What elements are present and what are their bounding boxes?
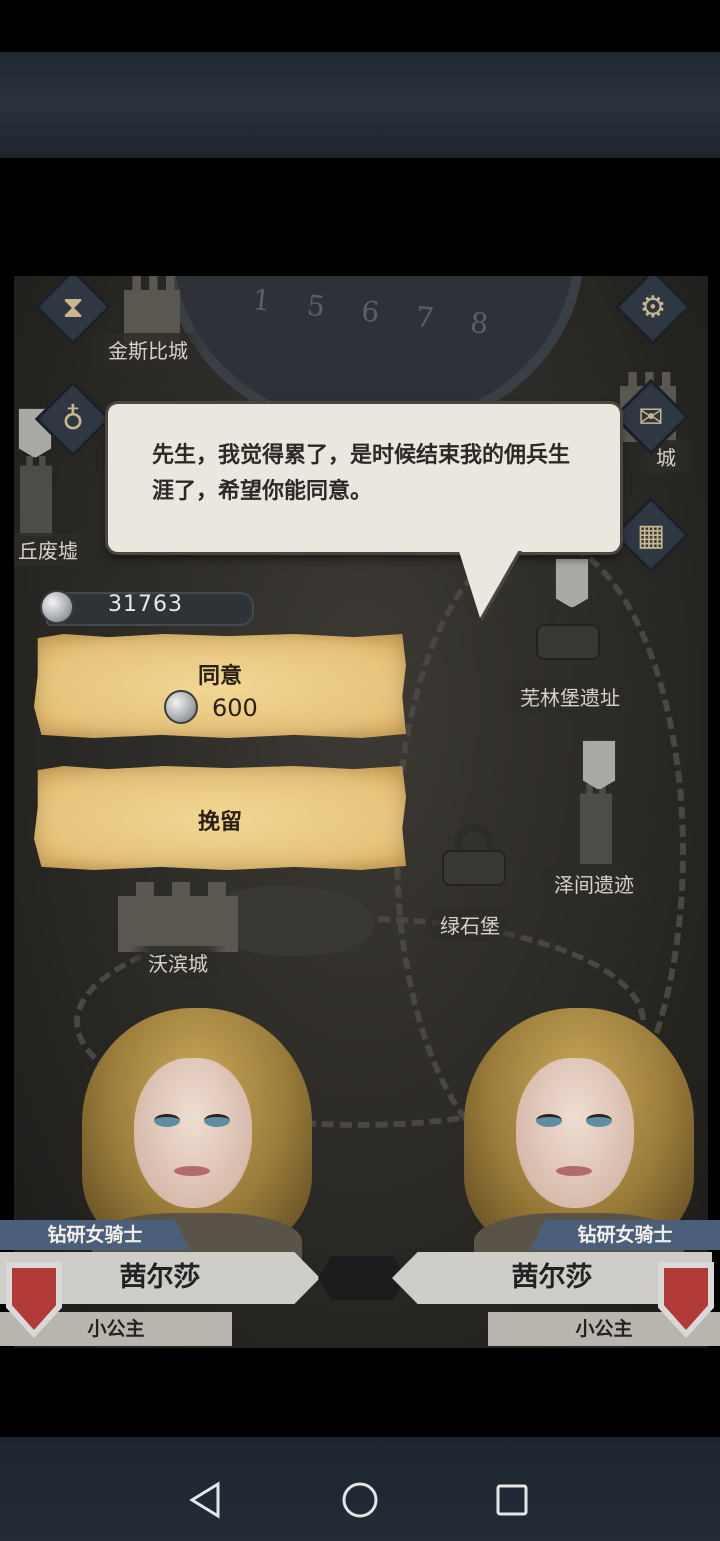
place-label-wobin[interactable]: 沃滨城 — [130, 946, 226, 979]
silver-coin-icon — [40, 590, 74, 624]
lock-icon — [536, 598, 600, 660]
tower-icon — [580, 784, 612, 864]
settings-button[interactable] — [614, 276, 692, 346]
lake — [214, 886, 374, 956]
banner-icon — [555, 558, 589, 608]
stay-button[interactable]: 挽留 — [34, 766, 406, 870]
screen: 1 5 6 7 8 金斯比城 丘废墟 城 芜林堡遗址 泽间遗迹 绿石堡 沃滨城 … — [0, 0, 720, 1541]
place-label-ruins[interactable]: 丘废墟 — [14, 533, 96, 566]
castle-icon — [118, 882, 238, 952]
eye — [586, 1114, 612, 1127]
stay-label: 挽留 — [197, 810, 242, 835]
lock-icon — [442, 824, 506, 886]
home-icon[interactable] — [340, 1480, 380, 1520]
eye — [154, 1114, 180, 1127]
agree-label: 同意 — [197, 664, 242, 689]
tower-icon — [20, 456, 52, 536]
lips — [556, 1166, 592, 1176]
place-label-wulin-fort[interactable]: 芜林堡遗址 — [502, 680, 638, 713]
place-label-marsh-ruins[interactable]: 泽间遗迹 — [536, 867, 652, 900]
silver-amount: 31763 — [108, 592, 183, 617]
top-band — [0, 52, 720, 158]
banner-icon — [582, 740, 616, 790]
speech-bubble-tail — [458, 548, 520, 618]
place-label-greenstone[interactable]: 绿石堡 — [422, 908, 518, 941]
agree-button[interactable]: 同意 — [34, 634, 406, 738]
place-label-kingsby[interactable]: 金斯比城 — [90, 333, 206, 366]
silver-coin-icon — [164, 690, 198, 724]
eye — [536, 1114, 562, 1127]
back-icon[interactable] — [186, 1480, 226, 1520]
book-button[interactable] — [612, 496, 690, 574]
speech-text: 先生，我觉得累了，是时候结束我的佣兵生涯了，希望你能同意。 — [152, 443, 571, 504]
class-tag-left: 钻研女骑士 — [0, 1220, 190, 1250]
recent-icon[interactable] — [492, 1480, 532, 1520]
agree-cost: 600 — [212, 694, 258, 722]
lips — [174, 1166, 210, 1176]
eye — [204, 1114, 230, 1127]
class-tag-right: 钻研女骑士 — [530, 1220, 720, 1250]
